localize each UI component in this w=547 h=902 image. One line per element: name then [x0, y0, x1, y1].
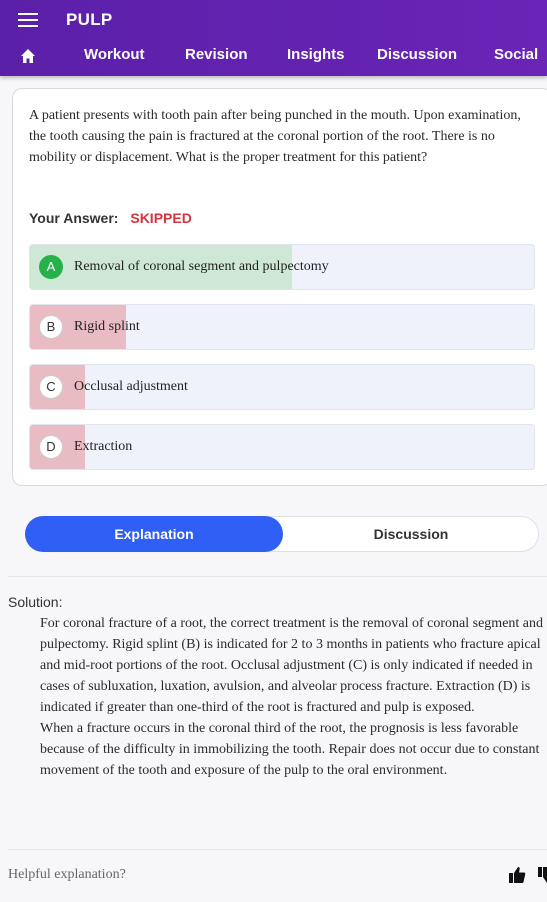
your-answer-status: SKIPPED: [130, 210, 192, 226]
solution-text: For coronal fracture of a root, the corr…: [40, 613, 547, 781]
option-d-text: Extraction: [74, 439, 133, 454]
divider: [8, 576, 547, 577]
solution-paragraph-1: For coronal fracture of a root, the corr…: [40, 616, 544, 715]
nav-tab-revision[interactable]: Revision: [185, 46, 248, 63]
option-d-letter: D: [39, 435, 63, 459]
thumbs-up-icon[interactable]: [508, 866, 526, 884]
option-c-text: Occlusal adjustment: [74, 379, 188, 394]
tab-discussion[interactable]: Discussion: [283, 517, 539, 553]
divider: [8, 849, 547, 850]
nav-tab-discussion[interactable]: Discussion: [377, 46, 457, 63]
option-a-letter: A: [39, 255, 63, 279]
nav-tab-insights[interactable]: Insights: [287, 46, 345, 63]
explanation-tabs: Explanation Discussion: [25, 516, 539, 552]
app-title: PULP: [66, 10, 113, 29]
option-b[interactable]: B Rigid splint: [29, 304, 535, 350]
your-answer-row: Your Answer: SKIPPED: [29, 210, 192, 226]
nav-tab-social[interactable]: Social: [494, 46, 538, 63]
option-b-letter: B: [39, 315, 63, 339]
solution-paragraph-2: When a fracture occurs in the coronal th…: [40, 721, 540, 778]
question-card: A patient presents with tooth pain after…: [12, 88, 547, 486]
question-text: A patient presents with tooth pain after…: [29, 108, 521, 165]
app-bar: PULP Workout Revision Insights Discussio…: [0, 0, 547, 76]
option-d[interactable]: D Extraction: [29, 424, 535, 470]
nav-tab-workout[interactable]: Workout: [84, 46, 145, 63]
home-icon[interactable]: [20, 48, 36, 64]
option-a[interactable]: A Removal of coronal segment and pulpect…: [29, 244, 535, 290]
tab-explanation[interactable]: Explanation: [25, 516, 283, 552]
option-c[interactable]: C Occlusal adjustment: [29, 364, 535, 410]
menu-icon[interactable]: [18, 13, 38, 27]
helpful-prompt: Helpful explanation?: [8, 867, 126, 882]
option-a-text: Removal of coronal segment and pulpectom…: [74, 259, 329, 274]
option-c-letter: C: [39, 375, 63, 399]
your-answer-label: Your Answer:: [29, 210, 119, 226]
nav-bar: Workout Revision Insights Discussion Soc…: [0, 40, 547, 74]
solution-heading: Solution:: [8, 594, 63, 610]
thumbs-down-icon[interactable]: [537, 866, 547, 884]
option-b-text: Rigid splint: [74, 319, 140, 334]
